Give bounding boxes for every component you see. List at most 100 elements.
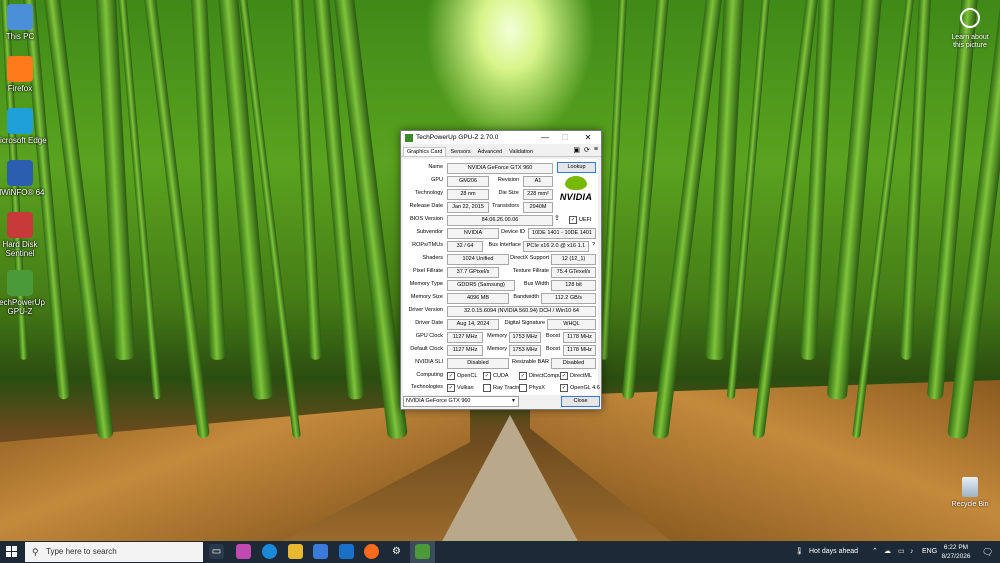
start-button[interactable] [6,546,18,558]
memory-type-value: GDDR5 (Samsung) [447,280,515,291]
computing-checkbox[interactable]: ✓ DirectCompute [519,372,566,380]
volume-icon[interactable]: ♪ [910,541,914,563]
app-icon [7,56,33,82]
edge-icon[interactable] [262,544,277,559]
settings-gear-icon[interactable]: ⚙ [389,544,404,559]
checkbox-box [519,384,527,392]
desktop-icon[interactable]: TechPowerUp GPU-Z [0,270,50,316]
desktop-icon[interactable]: HWiNFO® 64 [0,160,50,197]
texture-fillrate-value: 75.4 GTexel/s [551,267,596,278]
chevron-up-icon[interactable]: ⌃ [872,541,878,563]
die-size-label: Die Size [498,190,519,196]
uefi-check-icon: ✓ [569,216,577,224]
transistors-label: Transistors [492,203,519,209]
gpu-select-dropdown[interactable]: NVIDIA GeForce GTX 960 ▼ [403,396,519,407]
close-button[interactable]: Close [561,396,600,407]
desktop-icon[interactable]: Hard Disk Sentinel [0,212,50,258]
refresh-icon[interactable]: ⟳ [584,146,590,154]
learn-label: Learn about this picture [951,34,989,49]
uefi-checkbox[interactable]: ✓ UEFI [569,216,592,224]
checkbox-box: ✓ [447,384,455,392]
screenshot-icon[interactable]: ▣ [573,146,580,154]
network-icon[interactable]: ▭ [898,541,905,563]
bus-width-label: Bus Width [523,281,549,287]
checkbox-label: Ray Tracing [493,385,523,391]
uefi-label: UEFI [579,217,592,223]
desktop-icon[interactable]: Firefox [0,56,50,93]
wallpaper-path [440,415,580,541]
gpuz-taskbar-icon[interactable] [415,544,430,559]
technology-checkbox[interactable]: ✓ Vulkan [447,384,474,392]
computing-checkbox[interactable]: ✓ CUDA [483,372,509,380]
clock-time: 6:22 PM [943,544,969,551]
tab-sensors[interactable]: Sensors [447,148,474,156]
boost-clock-label: Boost [545,333,560,339]
computing-checkbox[interactable]: ✓ DirectML [560,372,592,380]
outlook-icon[interactable] [339,544,354,559]
gpu-value: GM206 [447,176,489,187]
directx-label: DirectX Support [510,255,549,261]
technology-checkbox[interactable]: ✓ OpenGL 4.6 [560,384,600,392]
desktop-icon[interactable]: Microsoft Edge [0,108,50,145]
gpuz-app-icon [405,133,413,142]
desktop-icon-label: Hard Disk Sentinel [2,240,38,258]
default-clock-value: 1127 MHz [447,345,483,356]
gpu-select-value: NVIDIA GeForce GTX 960 [406,398,471,404]
gpu-label: GPU [431,177,443,183]
recycle-bin-icon [962,477,978,497]
minimize-button[interactable]: — [537,131,553,144]
clock[interactable]: 6:22 PM 8/27/2026 [940,543,972,561]
desktop-icon[interactable]: This PC [0,4,50,41]
weather-text[interactable]: Hot days ahead [809,541,858,563]
menu-icon[interactable]: ≡ [594,146,598,154]
subvendor-value: NVIDIA [447,228,499,239]
bamboo-stalk [600,0,628,360]
recycle-bin-label: Recycle Bin [951,501,989,508]
window-title: TechPowerUp GPU-Z 2.70.0 [416,134,499,141]
bios-value: 84.06.26.00.06 [447,215,553,226]
tab-advanced[interactable]: Advanced [474,148,506,156]
task-view-icon[interactable]: ▭ [209,544,224,559]
copilot-icon[interactable] [236,544,251,559]
nvidia-logo-text: NVIDIA [559,192,593,202]
driver-date-value: Aug 14, 2024 [447,319,499,330]
close-window-button[interactable]: ✕ [580,131,596,144]
device-id-label: Device ID [501,229,525,235]
name-label: Name [428,164,443,170]
clock-date: 8/27/2026 [941,553,971,560]
technology-label: Technology [415,190,443,196]
memory-type-label: Memory Type [409,281,443,287]
rops-value: 32 / 64 [447,241,483,252]
cloud-icon[interactable]: ☁ [884,541,891,563]
technology-checkbox[interactable]: PhysX [519,384,545,392]
recycle-bin[interactable]: Recycle Bin [946,477,994,508]
checkbox-label: DirectML [570,373,593,379]
bottom-bar: NVIDIA GeForce GTX 960 ▼ Close [403,396,600,407]
share-icon[interactable]: ⇪ [554,214,560,222]
desktop-icon-label: Firefox [7,84,33,93]
computing-checkbox[interactable]: ✓ OpenCL [447,372,478,380]
learn-about-picture[interactable]: Learn about this picture [946,8,994,50]
checkbox-box: ✓ [560,384,568,392]
title-bar[interactable]: TechPowerUp GPU-Z 2.70.0 — ☐ ✕ [401,131,601,144]
graphics-card-panel: Name NVIDIA GeForce GTX 960 Lookup NVIDI… [403,159,600,395]
taskbar: ⚲ Type here to search ▭ ⚙ 🌡 Hot days ahe… [0,541,1000,563]
taskbar-search[interactable]: ⚲ Type here to search [25,542,203,562]
bus-help-button[interactable]: ? [589,242,595,248]
tab-graphics-card[interactable]: Graphics Card [403,147,447,156]
tab-validation[interactable]: Validation [506,148,536,156]
file-explorer-icon[interactable] [288,544,303,559]
gpuz-window: TechPowerUp GPU-Z 2.70.0 — ☐ ✕ Graphics … [400,130,602,410]
nvidia-eye-icon [565,176,587,190]
memory-size-label: Memory Size [410,294,443,300]
store-icon[interactable] [313,544,328,559]
rops-label: ROPs/TMUs [412,242,443,248]
firefox-icon[interactable] [364,544,379,559]
desktop-icon-label: TechPowerUp GPU-Z [0,298,45,316]
notification-icon[interactable]: 🗨 [982,541,993,563]
resizable-bar-value: Disabled [551,358,596,369]
technology-checkbox[interactable]: Ray Tracing [483,384,522,392]
language-indicator[interactable]: ENG [922,541,937,563]
maximize-button[interactable]: ☐ [557,131,573,144]
lookup-button[interactable]: Lookup [557,162,596,173]
